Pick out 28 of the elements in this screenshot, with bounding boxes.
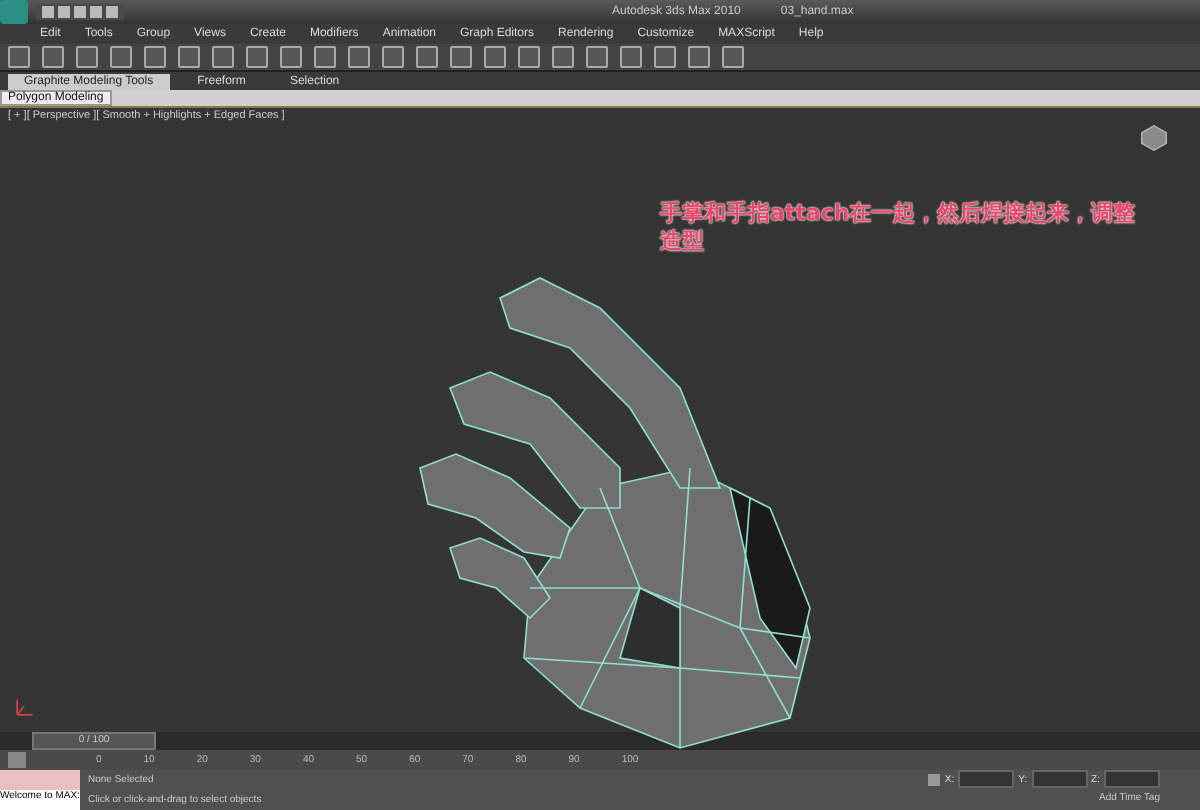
tool-icon[interactable] [586, 46, 608, 68]
tool-icon[interactable] [518, 46, 540, 68]
tool-icon[interactable] [76, 46, 98, 68]
coordinate-field[interactable] [1031, 770, 1088, 788]
tool-icon[interactable] [688, 46, 710, 68]
tool-icon[interactable] [654, 46, 676, 68]
coordinate-field[interactable] [958, 770, 1015, 788]
tool-icon[interactable] [280, 46, 302, 68]
annotation-text: 手掌和手指attach在一起，然后焊接起来，调整造型 [660, 200, 1138, 255]
tool-icon[interactable] [620, 46, 642, 68]
tool-icon[interactable] [8, 46, 30, 68]
tool-icon[interactable] [144, 46, 166, 68]
tool-icon[interactable] [552, 46, 574, 68]
coordinate-field[interactable] [1104, 770, 1160, 788]
tool-icon[interactable] [416, 46, 438, 68]
tool-icon[interactable] [110, 46, 132, 68]
view-cube-icon[interactable] [1140, 124, 1168, 152]
tool-icon[interactable] [484, 46, 506, 68]
tool-icon[interactable] [722, 46, 744, 68]
tool-icon[interactable] [314, 46, 336, 68]
tool-icon[interactable] [246, 46, 268, 68]
axis-tripod-icon [12, 696, 36, 720]
tool-icon[interactable] [348, 46, 370, 68]
tool-icon[interactable] [382, 46, 404, 68]
tool-icon[interactable] [42, 46, 64, 68]
tool-icon[interactable] [178, 46, 200, 68]
tool-icon[interactable] [212, 46, 234, 68]
tool-icon[interactable] [450, 46, 472, 68]
